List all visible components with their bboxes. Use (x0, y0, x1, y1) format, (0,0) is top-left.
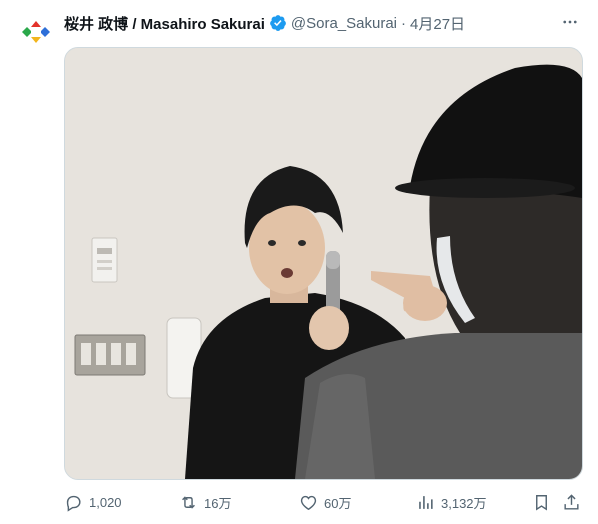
heart-icon (300, 495, 317, 510)
author-name[interactable]: 桜井 政博 / Masahiro Sakurai (64, 13, 265, 34)
share-button[interactable] (562, 490, 581, 514)
reply-icon (66, 495, 81, 512)
repost-icon (182, 495, 195, 509)
like-button[interactable]: 60万 (299, 490, 351, 514)
repost-button[interactable]: 16万 (179, 490, 231, 514)
tweet[interactable]: 桜井 政博 / Masahiro Sakurai @Sora_Sakurai ·… (0, 0, 598, 524)
bookmark-button[interactable] (532, 490, 551, 514)
post-date[interactable]: 4月27日 (410, 13, 465, 34)
views-button[interactable]: 3,132万 (416, 490, 487, 514)
like-count: 60万 (324, 495, 352, 511)
reply-button[interactable]: 1,020 (64, 490, 122, 514)
bookmark-icon (536, 494, 547, 511)
tweet-photo[interactable] (64, 47, 583, 480)
tweet-header: 桜井 政博 / Masahiro Sakurai @Sora_Sakurai ·… (64, 12, 582, 34)
action-bar: 1,020 16万 60万 3,132万 (64, 488, 582, 516)
verified-badge-icon[interactable] (269, 14, 287, 32)
share-icon (564, 493, 579, 510)
more-dots-icon[interactable] (560, 12, 580, 32)
views-chart-icon (419, 495, 433, 509)
reply-count: 1,020 (89, 494, 122, 510)
repost-count: 16万 (204, 495, 232, 511)
views-count: 3,132万 (441, 495, 487, 511)
photo-illustration (65, 48, 582, 479)
avatar[interactable] (16, 12, 56, 52)
avatar-logo-icon (17, 13, 55, 51)
separator-dot: · (401, 14, 407, 32)
author-handle[interactable]: @Sora_Sakurai (291, 15, 397, 32)
